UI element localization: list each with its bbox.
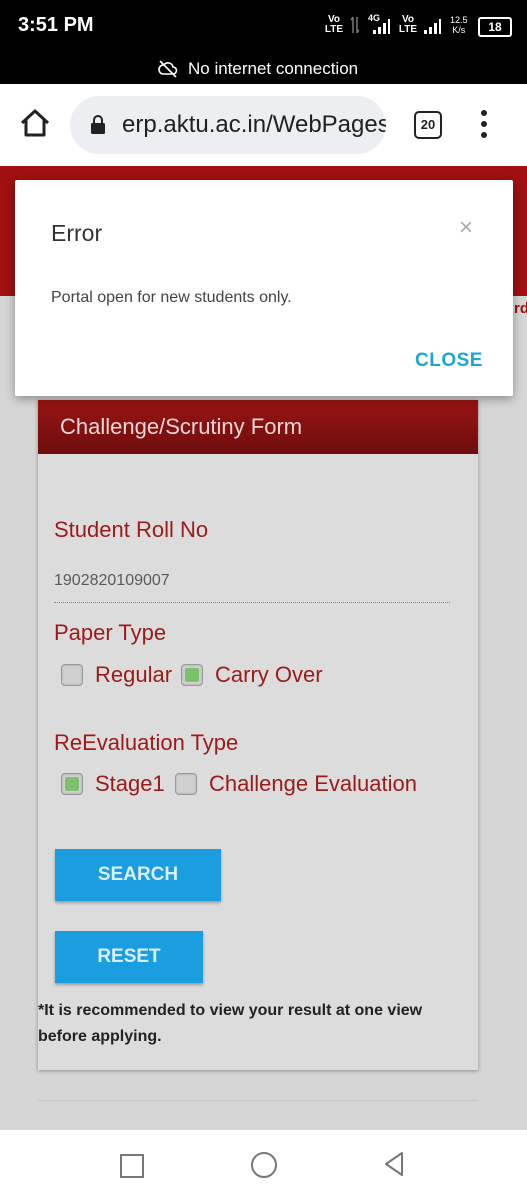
challenge-evaluation-option-label: Challenge Evaluation [209, 771, 417, 796]
form-header: Challenge/Scrutiny Form [38, 400, 478, 454]
home-nav-icon[interactable] [251, 1152, 277, 1178]
search-button[interactable]: SEARCH [55, 849, 221, 901]
browser-toolbar: erp.aktu.ac.in/WebPages 20 [0, 84, 527, 166]
dialog-message: Portal open for new students only. [51, 289, 292, 306]
form-title: Challenge/Scrutiny Form [60, 414, 303, 439]
divider [38, 1100, 478, 1101]
battery-icon: 18 [478, 17, 512, 37]
url-text: erp.aktu.ac.in/WebPages [122, 111, 386, 138]
dialog-close-x-button[interactable]: × [459, 214, 473, 242]
signal-bars-2-icon [423, 17, 441, 35]
stage1-checkbox[interactable] [61, 773, 83, 795]
regular-option-label: Regular [95, 662, 173, 687]
clipped-header-text: rd [514, 300, 527, 317]
regular-checkbox[interactable] [61, 664, 83, 686]
reevaluation-type-label: ReEvaluation Type [54, 730, 239, 755]
sim1-label: Vo LTE [324, 14, 344, 35]
field-underline [54, 602, 450, 603]
net-speed: 12.5 K/s [450, 15, 468, 35]
cloud-off-icon [158, 60, 178, 78]
dialog-title: Error [51, 220, 103, 246]
carry-over-option-label: Carry Over [215, 662, 323, 687]
clock: 3:51 PM [18, 14, 94, 36]
recommendation-note: *It is recommended to view your result a… [38, 1002, 423, 1045]
net-speed-unit: K/s [452, 25, 466, 35]
url-bar[interactable]: erp.aktu.ac.in/WebPages [70, 96, 386, 154]
challenge-form: Challenge/Scrutiny Form Student Roll No … [38, 400, 478, 1070]
challenge-evaluation-checkbox[interactable] [175, 773, 197, 795]
roll-number-field[interactable]: 1902820109007 [54, 572, 170, 590]
stage1-option-label: Stage1 [95, 771, 165, 796]
error-dialog: Error × Portal open for new students onl… [15, 180, 513, 396]
recents-icon[interactable] [120, 1154, 144, 1178]
net-speed-value: 12.5 [450, 15, 468, 25]
offline-text: No internet connection [188, 59, 359, 78]
overflow-menu-icon[interactable] [481, 110, 489, 140]
roll-label: Student Roll No [54, 517, 209, 542]
offline-banner: No internet connection [0, 55, 527, 84]
signal-bars-icon [372, 17, 390, 35]
carry-over-checkbox[interactable] [181, 664, 203, 686]
system-nav-bar [0, 1130, 527, 1200]
home-icon[interactable] [18, 106, 52, 140]
back-icon[interactable] [382, 1150, 406, 1178]
dialog-close-button[interactable]: CLOSE [415, 350, 483, 372]
lock-icon [90, 115, 106, 135]
tab-switcher-button[interactable]: 20 [414, 111, 442, 139]
status-bar: 3:51 PM Vo LTE 4G Vo LTE 12.5 K/s 18 [0, 0, 527, 55]
data-activity-icon [350, 15, 360, 35]
sim2-label: Vo LTE [398, 14, 418, 35]
paper-type-label: Paper Type [54, 620, 167, 645]
reset-button[interactable]: RESET [55, 931, 203, 983]
